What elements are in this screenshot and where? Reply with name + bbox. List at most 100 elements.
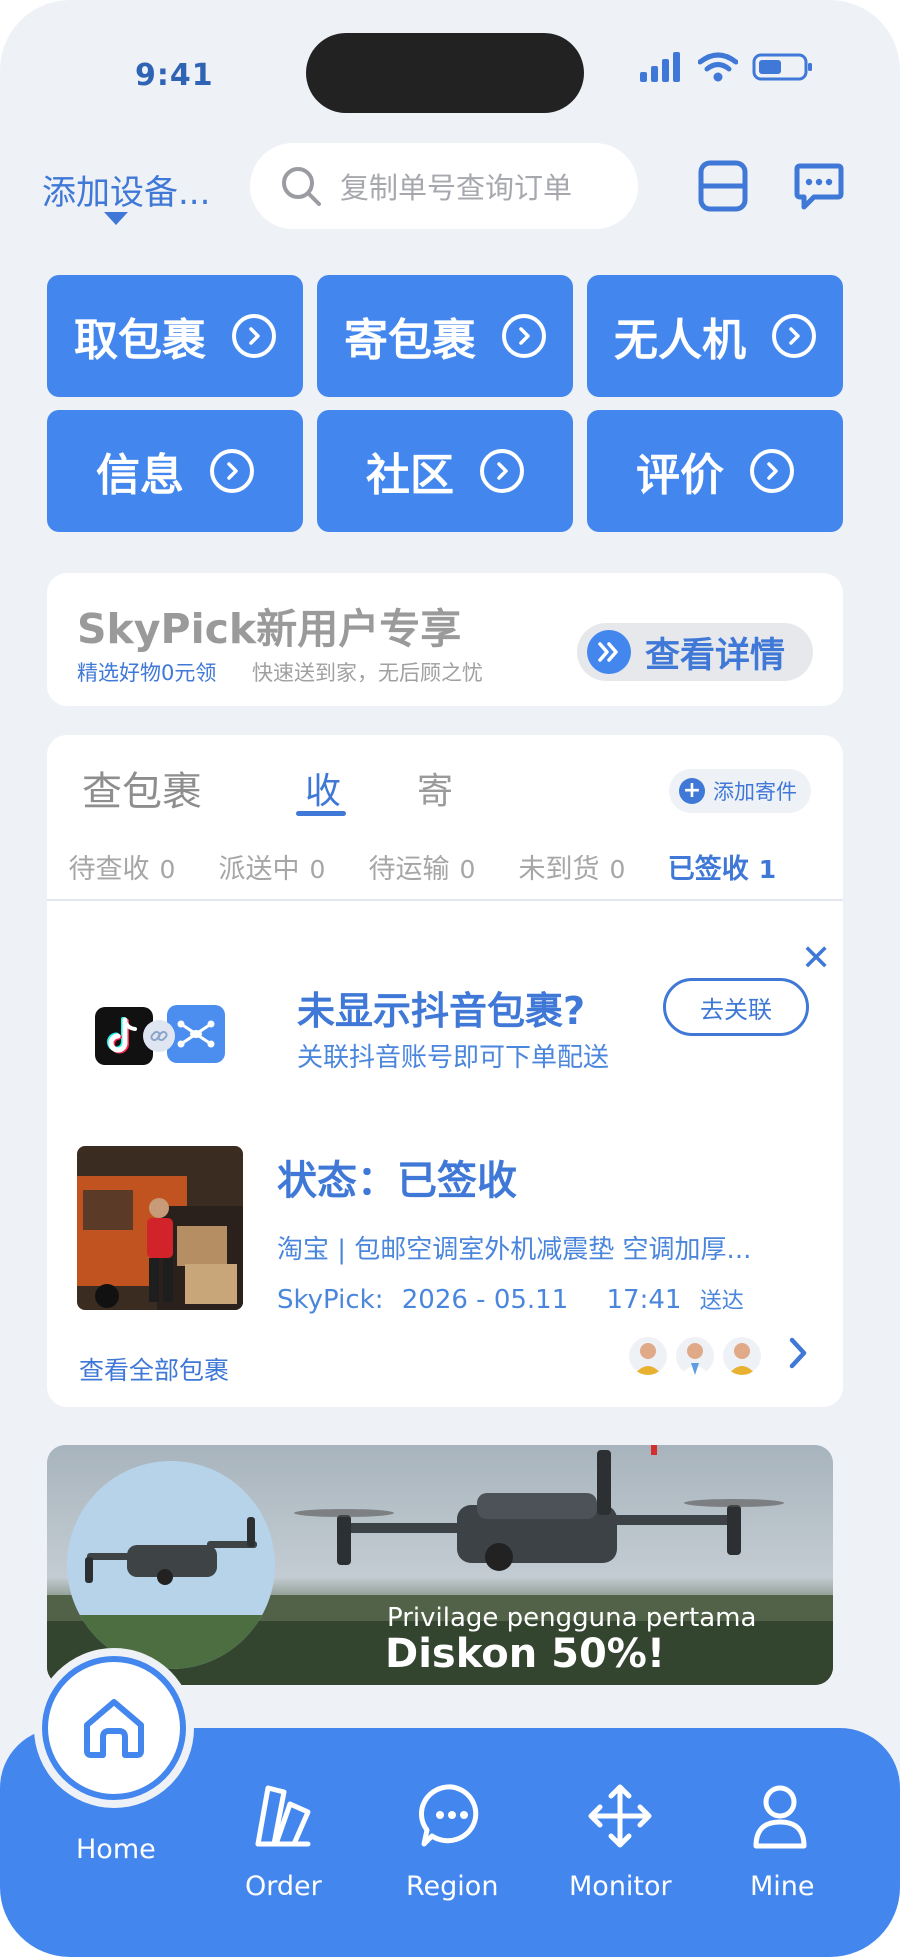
state-label: 已签收 bbox=[667, 854, 749, 885]
promo-highlight: 精选好物0元领 bbox=[77, 661, 217, 685]
quick-action-label: 寄包裹 bbox=[344, 315, 476, 366]
nav-order-label[interactable]: Order bbox=[245, 1871, 322, 1902]
state-label: 未到货 bbox=[518, 854, 600, 885]
view-all-packages-link[interactable]: 查看全部包裹 bbox=[79, 1351, 229, 1387]
banner-subtitle: Privilage pengguna pertama bbox=[387, 1603, 757, 1633]
quick-action-label: 取包裹 bbox=[74, 315, 206, 366]
search-icon bbox=[282, 167, 321, 206]
state-filter-pending[interactable]: 待查收 0 bbox=[47, 847, 197, 886]
double-chevron-icon bbox=[587, 630, 631, 674]
divider bbox=[47, 899, 843, 901]
chat-icon[interactable] bbox=[418, 1782, 486, 1854]
caret-down-icon[interactable] bbox=[104, 212, 128, 225]
quick-action-label: 评价 bbox=[636, 450, 724, 501]
carrier-label: SkyPick: bbox=[277, 1285, 384, 1315]
active-tab-indicator bbox=[296, 811, 346, 816]
battery-icon bbox=[752, 53, 812, 81]
state-count: 0 bbox=[459, 855, 476, 884]
delivery-time: 17:41 bbox=[606, 1285, 682, 1315]
skypick-logo bbox=[167, 1005, 225, 1063]
quick-action-label: 信息 bbox=[96, 450, 184, 501]
package-tracker-card: 查包裹 收 寄 + 添加寄件 待查收 0 派送中 0 待运输 0 未到货 0 已签收 1 … bbox=[47, 735, 843, 1407]
tab-receive[interactable]: 收 bbox=[305, 762, 341, 814]
promo-subtitle: 快速送到家，无后顾之忧 bbox=[252, 661, 483, 685]
tab-send[interactable]: 寄 bbox=[417, 762, 453, 814]
state-label: 待运输 bbox=[368, 854, 450, 885]
link-account-button[interactable]: 去关联 bbox=[663, 978, 809, 1036]
search-bar[interactable]: 复制单号查询订单 bbox=[250, 143, 638, 229]
drone-button[interactable]: 无人机 bbox=[587, 275, 843, 397]
delivered-label: 送达 bbox=[699, 1289, 744, 1314]
move-icon[interactable] bbox=[586, 1782, 654, 1854]
douyin-prompt-subtitle: 关联抖音账号即可下单配送 bbox=[297, 1043, 610, 1073]
arrow-right-circle-icon bbox=[772, 314, 816, 358]
phone-screen: 9:41 添加设备... 复制单号查询订单 取包裹 寄包裹 无人机 信息 社区 … bbox=[0, 0, 900, 1957]
state-label: 派送中 bbox=[218, 854, 300, 885]
arrow-right-circle-icon bbox=[750, 449, 794, 493]
view-details-label: 查看详情 bbox=[645, 635, 786, 676]
new-user-promo-card: SkyPick新用户专享 精选好物0元领 快速送到家，无后顾之忧 查看详情 bbox=[47, 573, 843, 706]
pickup-parcel-button[interactable]: 取包裹 bbox=[47, 275, 303, 397]
user-icon[interactable] bbox=[752, 1782, 808, 1854]
search-placeholder: 复制单号查询订单 bbox=[340, 171, 573, 205]
avatar bbox=[627, 1335, 669, 1377]
state-filter-awaiting-transport[interactable]: 待运输 0 bbox=[347, 847, 497, 886]
nav-home[interactable] bbox=[42, 1656, 186, 1800]
avatar bbox=[674, 1335, 716, 1377]
order-icon[interactable] bbox=[250, 1782, 316, 1854]
add-shipment-label: 添加寄件 bbox=[713, 780, 797, 804]
state-filter-delivering[interactable]: 派送中 0 bbox=[197, 847, 347, 886]
arrow-right-circle-icon bbox=[232, 314, 276, 358]
package-status: 状态：已签收 bbox=[277, 1158, 517, 1204]
state-count: 0 bbox=[609, 855, 626, 884]
promo-title: SkyPick新用户专享 bbox=[77, 605, 462, 653]
delivery-date: 2026 - 05.11 bbox=[401, 1285, 569, 1315]
arrow-right-circle-icon bbox=[480, 449, 524, 493]
courier-avatars bbox=[627, 1335, 763, 1377]
nav-home-label[interactable]: Home bbox=[76, 1834, 156, 1865]
state-label: 待查收 bbox=[68, 854, 150, 885]
community-button[interactable]: 社区 bbox=[317, 410, 573, 532]
package-description: 淘宝 | 包邮空调室外机减震垫 空调加厚... bbox=[277, 1235, 752, 1265]
review-button[interactable]: 评价 bbox=[587, 410, 843, 532]
promo-banner[interactable]: Privilage pengguna pertama Diskon 50%! bbox=[47, 1445, 833, 1685]
signal-icon bbox=[640, 52, 680, 82]
status-icons bbox=[640, 52, 814, 82]
delivery-info: SkyPick: 2026 - 05.11 17:41 送达 bbox=[277, 1283, 744, 1315]
nav-region-label[interactable]: Region bbox=[406, 1871, 498, 1902]
quick-action-label: 无人机 bbox=[614, 315, 746, 366]
plus-circle-icon: + bbox=[679, 778, 705, 804]
message-button[interactable] bbox=[794, 162, 844, 216]
avatar bbox=[721, 1335, 763, 1377]
state-count: 0 bbox=[309, 855, 326, 884]
info-button[interactable]: 信息 bbox=[47, 410, 303, 532]
arrow-right-circle-icon bbox=[502, 314, 546, 358]
add-device-selector[interactable]: 添加设备... bbox=[42, 165, 210, 214]
chevron-right-icon[interactable] bbox=[787, 1336, 809, 1374]
add-shipment-button[interactable]: + 添加寄件 bbox=[669, 769, 811, 813]
nav-monitor-label[interactable]: Monitor bbox=[569, 1871, 672, 1902]
state-count: 1 bbox=[758, 855, 777, 884]
close-icon[interactable]: ✕ bbox=[801, 941, 831, 977]
quick-action-label: 社区 bbox=[366, 450, 454, 501]
nav-mine-label[interactable]: Mine bbox=[750, 1871, 815, 1902]
douyin-prompt-title: 未显示抖音包裹? bbox=[297, 989, 586, 1033]
link-icon bbox=[143, 1020, 175, 1052]
package-state-filters: 待查收 0 派送中 0 待运输 0 未到货 0 已签收 1 bbox=[47, 847, 843, 886]
message-icon bbox=[794, 163, 844, 210]
home-icon bbox=[84, 1699, 144, 1758]
state-count: 0 bbox=[159, 855, 176, 884]
state-filter-signed[interactable]: 已签收 1 bbox=[647, 847, 797, 886]
view-details-button[interactable]: 查看详情 bbox=[577, 623, 813, 681]
quick-actions-grid: 取包裹 寄包裹 无人机 信息 社区 评价 bbox=[47, 275, 843, 532]
send-parcel-button[interactable]: 寄包裹 bbox=[317, 275, 573, 397]
package-section-title: 查包裹 bbox=[82, 769, 202, 815]
scan-button[interactable] bbox=[698, 160, 748, 216]
scan-icon bbox=[698, 160, 748, 212]
arrow-right-circle-icon bbox=[210, 449, 254, 493]
banner-title: Diskon 50%! bbox=[385, 1631, 666, 1677]
state-filter-not-arrived[interactable]: 未到货 0 bbox=[497, 847, 647, 886]
wifi-icon bbox=[698, 52, 738, 82]
package-thumbnail bbox=[77, 1146, 243, 1310]
status-time: 9:41 bbox=[135, 58, 214, 93]
